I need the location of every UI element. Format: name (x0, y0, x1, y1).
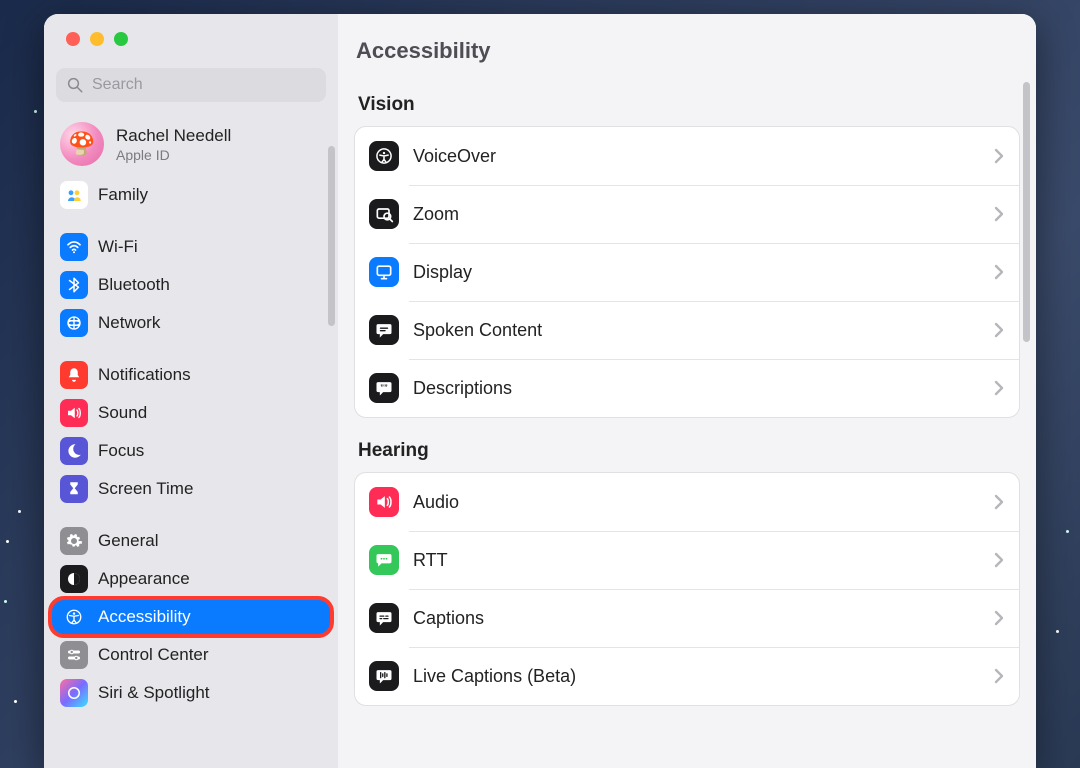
sliders-icon (60, 641, 88, 669)
bell-icon (60, 361, 88, 389)
rtt-icon (369, 545, 399, 575)
zoom-icon (369, 199, 399, 229)
sidebar-item-label: Notifications (98, 365, 191, 385)
appearance-icon (60, 565, 88, 593)
traffic-lights (44, 14, 338, 46)
row-label: Audio (413, 492, 993, 513)
sidebar-item-label: Wi-Fi (98, 237, 138, 257)
row-label: Descriptions (413, 378, 993, 399)
siri-icon (60, 679, 88, 707)
sidebar-item-family[interactable]: Family (50, 176, 332, 214)
sidebar-item-label: Appearance (98, 569, 190, 589)
quote-bubble-icon: ”” (369, 373, 399, 403)
captions-icon (369, 603, 399, 633)
settings-window: 🍄 Rachel Needell Apple ID Family Wi-Fi (44, 14, 1036, 768)
row-zoom[interactable]: Zoom (355, 185, 1019, 243)
sidebar-item-control-center[interactable]: Control Center (50, 636, 332, 674)
hourglass-icon (60, 475, 88, 503)
main-pane: Accessibility Vision VoiceOver Zoom (338, 14, 1036, 768)
row-live-captions[interactable]: Live Captions (Beta) (355, 647, 1019, 705)
sidebar-item-screentime[interactable]: Screen Time (50, 470, 332, 508)
sidebar-item-appearance[interactable]: Appearance (50, 560, 332, 598)
panel-vision: VoiceOver Zoom Display (354, 126, 1020, 418)
sidebar-item-label: Bluetooth (98, 275, 170, 295)
minimize-window-button[interactable] (90, 32, 104, 46)
chevron-right-icon (993, 147, 1005, 165)
row-display[interactable]: Display (355, 243, 1019, 301)
row-rtt[interactable]: RTT (355, 531, 1019, 589)
sidebar-item-apple-id[interactable]: 🍄 Rachel Needell Apple ID (50, 112, 332, 176)
profile-sub: Apple ID (116, 147, 231, 163)
gear-icon (60, 527, 88, 555)
display-icon (369, 257, 399, 287)
chevron-right-icon (993, 321, 1005, 339)
chevron-right-icon (993, 609, 1005, 627)
chevron-right-icon (993, 493, 1005, 511)
row-spoken-content[interactable]: Spoken Content (355, 301, 1019, 359)
sidebar-item-network[interactable]: Network (50, 304, 332, 342)
section-title-vision: Vision (358, 94, 1020, 116)
network-icon (60, 309, 88, 337)
profile-name: Rachel Needell (116, 126, 231, 146)
panel-hearing: Audio RTT Captions (354, 472, 1020, 706)
row-label: Live Captions (Beta) (413, 666, 993, 687)
row-audio[interactable]: Audio (355, 473, 1019, 531)
sound-icon (60, 399, 88, 427)
page-title: Accessibility (338, 14, 1036, 72)
row-label: Spoken Content (413, 320, 993, 341)
section-title-hearing: Hearing (358, 440, 1020, 462)
main-scrollbar[interactable] (1023, 82, 1030, 342)
sidebar-item-focus[interactable]: Focus (50, 432, 332, 470)
sidebar-item-sound[interactable]: Sound (50, 394, 332, 432)
sidebar-item-label: Family (98, 185, 148, 205)
chevron-right-icon (993, 263, 1005, 281)
row-voiceover[interactable]: VoiceOver (355, 127, 1019, 185)
search-icon (66, 76, 84, 94)
sidebar-item-label: Accessibility (98, 607, 191, 627)
sidebar-scrollbar[interactable] (328, 146, 335, 326)
sidebar-item-label: Sound (98, 403, 147, 423)
sidebar: 🍄 Rachel Needell Apple ID Family Wi-Fi (44, 14, 338, 768)
search-input[interactable] (92, 76, 316, 94)
sidebar-item-notifications[interactable]: Notifications (50, 356, 332, 394)
chevron-right-icon (993, 551, 1005, 569)
zoom-window-button[interactable] (114, 32, 128, 46)
avatar: 🍄 (60, 122, 104, 166)
chevron-right-icon (993, 379, 1005, 397)
row-label: Display (413, 262, 993, 283)
sidebar-scroll: 🍄 Rachel Needell Apple ID Family Wi-Fi (44, 108, 338, 768)
close-window-button[interactable] (66, 32, 80, 46)
sidebar-item-label: Screen Time (98, 479, 193, 499)
sidebar-item-label: Control Center (98, 645, 209, 665)
search-field[interactable] (56, 68, 326, 102)
sidebar-item-label: General (98, 531, 158, 551)
sidebar-item-general[interactable]: General (50, 522, 332, 560)
sidebar-item-siri-spotlight[interactable]: Siri & Spotlight (50, 674, 332, 712)
sidebar-item-accessibility[interactable]: Accessibility (50, 598, 332, 636)
moon-icon (60, 437, 88, 465)
row-label: Zoom (413, 204, 993, 225)
svg-text:””: ”” (380, 383, 388, 392)
wifi-icon (60, 233, 88, 261)
row-label: VoiceOver (413, 146, 993, 167)
row-descriptions[interactable]: ”” Descriptions (355, 359, 1019, 417)
family-icon (60, 181, 88, 209)
accessibility-icon (60, 603, 88, 631)
chevron-right-icon (993, 667, 1005, 685)
sidebar-item-bluetooth[interactable]: Bluetooth (50, 266, 332, 304)
sidebar-item-label: Network (98, 313, 160, 333)
live-captions-icon (369, 661, 399, 691)
audio-icon (369, 487, 399, 517)
chevron-right-icon (993, 205, 1005, 223)
speech-bubble-icon (369, 315, 399, 345)
row-label: Captions (413, 608, 993, 629)
row-captions[interactable]: Captions (355, 589, 1019, 647)
sidebar-item-label: Siri & Spotlight (98, 683, 210, 703)
row-label: RTT (413, 550, 993, 571)
voiceover-icon (369, 141, 399, 171)
sidebar-item-wifi[interactable]: Wi-Fi (50, 228, 332, 266)
sidebar-item-label: Focus (98, 441, 144, 461)
bluetooth-icon (60, 271, 88, 299)
